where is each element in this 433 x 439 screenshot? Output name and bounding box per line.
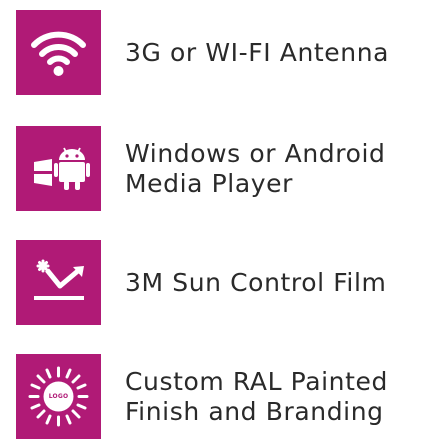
feature-label-branding: Custom RAL Painted Finish and Branding — [125, 366, 388, 426]
feature-branding: LOGO Custom RAL Painted Finish and Brand… — [16, 354, 388, 439]
feature-label-media-player: Windows or Android Media Player — [125, 138, 386, 198]
windows-android-icon — [16, 126, 101, 211]
logo-text: LOGO — [48, 393, 69, 400]
feature-media-player: Windows or Android Media Player — [16, 126, 386, 211]
feature-label-sun-film: 3M Sun Control Film — [125, 267, 387, 297]
logo-branding-icon: LOGO — [16, 354, 101, 439]
feature-antenna: 3G or WI-FI Antenna — [16, 10, 389, 95]
wifi-icon — [16, 10, 101, 95]
sun-control-film-icon — [16, 240, 101, 325]
feature-sun-film: 3M Sun Control Film — [16, 240, 386, 325]
feature-label-antenna: 3G or WI-FI Antenna — [125, 37, 390, 67]
